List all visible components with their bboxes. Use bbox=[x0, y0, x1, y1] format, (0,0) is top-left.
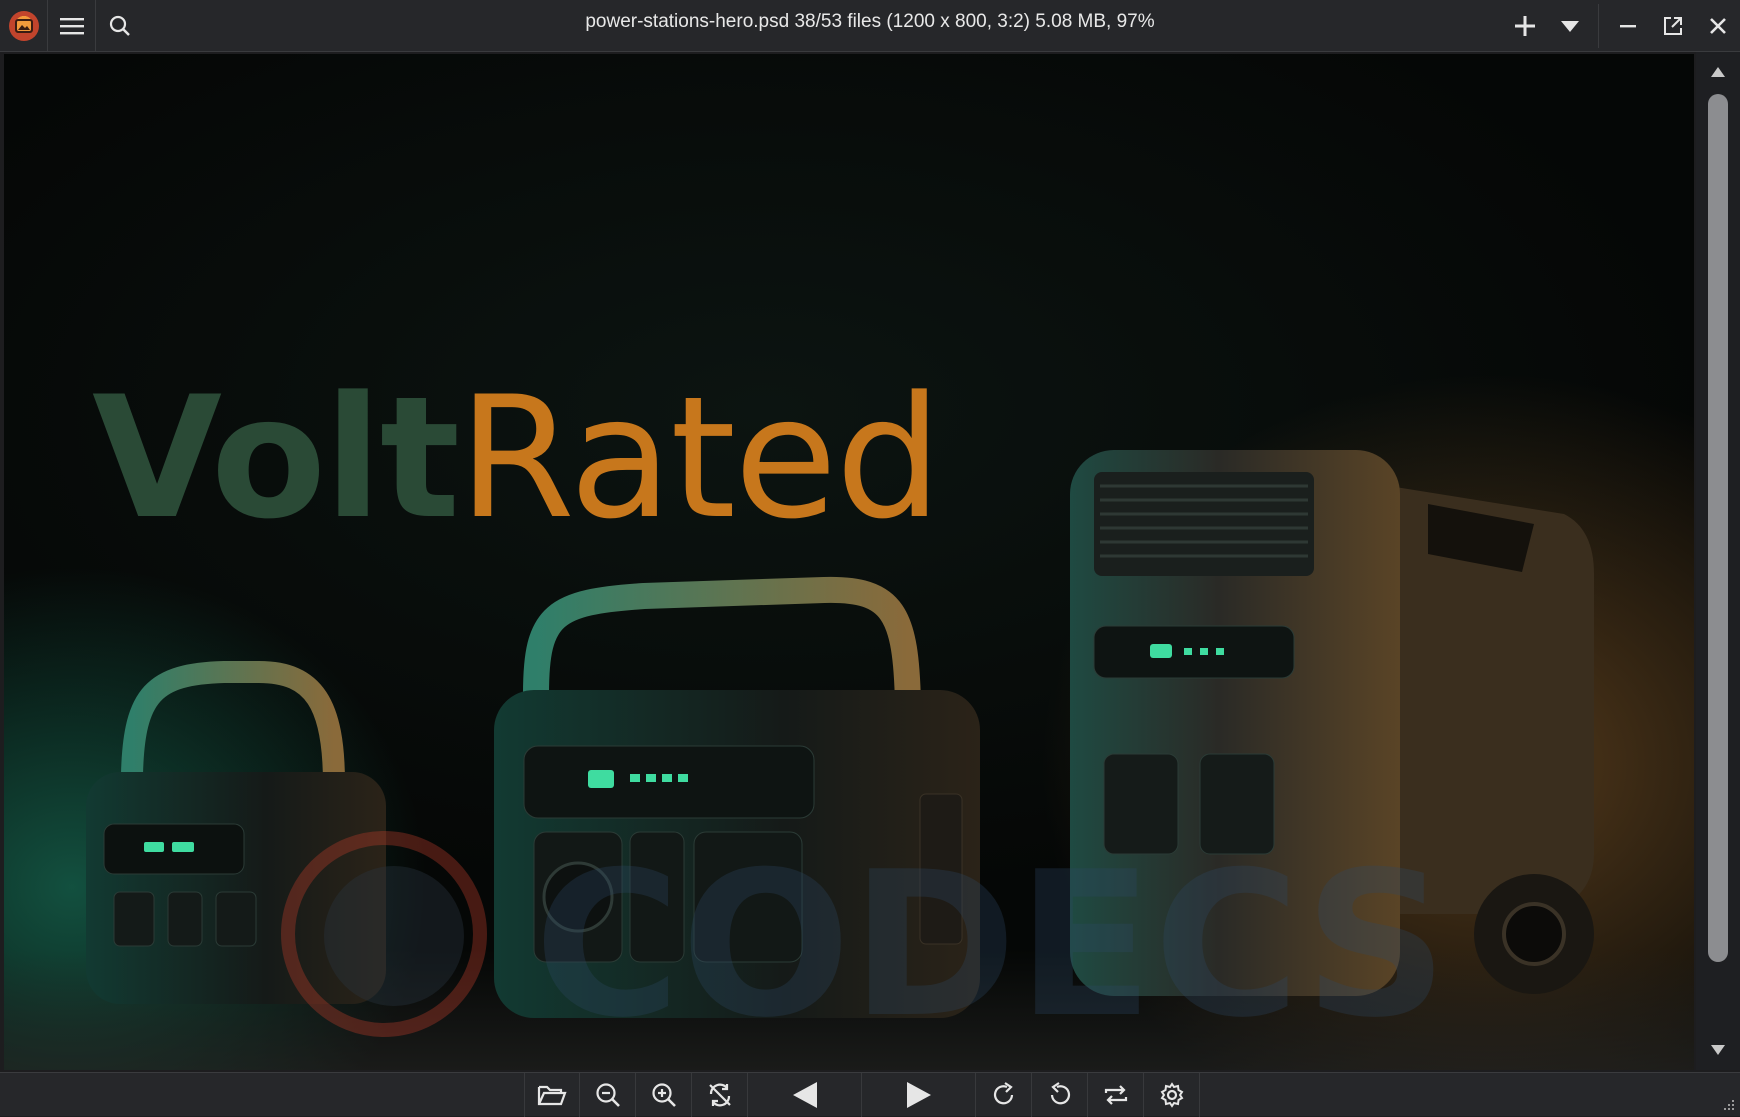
fit-toggle-button[interactable] bbox=[692, 1073, 748, 1117]
zoom-out-button[interactable] bbox=[580, 1073, 636, 1117]
dropdown-icon bbox=[1560, 21, 1579, 32]
image-canvas[interactable]: VoltRated CODECS bbox=[4, 54, 1694, 1070]
flip-button[interactable] bbox=[1088, 1073, 1144, 1117]
zoom-in-button[interactable] bbox=[636, 1073, 692, 1117]
menu-button[interactable] bbox=[48, 0, 96, 52]
close-button[interactable] bbox=[1695, 0, 1740, 52]
search-button[interactable] bbox=[96, 0, 144, 52]
scrollbar-thumb[interactable] bbox=[1708, 94, 1728, 962]
next-icon bbox=[906, 1082, 931, 1108]
open-folder-icon bbox=[537, 1085, 567, 1106]
zoom-in-icon bbox=[651, 1083, 676, 1107]
next-button[interactable] bbox=[862, 1073, 976, 1117]
arrow-down-icon bbox=[1711, 1045, 1725, 1055]
resize-grip-icon[interactable] bbox=[1720, 1096, 1736, 1112]
search-icon bbox=[109, 15, 130, 36]
codecs-watermark: CODECS bbox=[281, 829, 1434, 1054]
maximize-icon bbox=[1663, 17, 1682, 35]
app-logo-button[interactable] bbox=[0, 0, 48, 52]
rotate-cw-icon bbox=[993, 1082, 1013, 1105]
settings-button[interactable] bbox=[1144, 1073, 1200, 1117]
rotate-ccw-icon bbox=[1050, 1082, 1070, 1105]
previous-icon bbox=[792, 1082, 817, 1108]
rotate-ccw-button[interactable] bbox=[1032, 1073, 1088, 1117]
titlebar-right bbox=[1502, 0, 1740, 52]
zoom-out-icon bbox=[595, 1083, 620, 1107]
minimize-icon bbox=[1619, 25, 1636, 28]
menu-icon bbox=[59, 18, 84, 35]
watermark-text: CODECS bbox=[534, 829, 1434, 1054]
settings-icon bbox=[1160, 1082, 1183, 1108]
dropdown-button[interactable] bbox=[1547, 0, 1592, 52]
close-icon bbox=[1709, 18, 1726, 34]
scroll-down-button[interactable] bbox=[1696, 1030, 1740, 1070]
scroll-up-button[interactable] bbox=[1696, 52, 1740, 92]
toolbar-buttons bbox=[524, 1073, 1200, 1117]
previous-button[interactable] bbox=[748, 1073, 862, 1117]
titlebar-left bbox=[0, 0, 144, 52]
bottom-toolbar bbox=[0, 1072, 1740, 1117]
arrow-up-icon bbox=[1711, 67, 1725, 77]
maximize-button[interactable] bbox=[1650, 0, 1695, 52]
open-folder-button[interactable] bbox=[524, 1073, 580, 1117]
rotate-cw-button[interactable] bbox=[976, 1073, 1032, 1117]
minimize-button[interactable] bbox=[1605, 0, 1650, 52]
app-logo-icon bbox=[8, 11, 39, 41]
add-button[interactable] bbox=[1502, 0, 1547, 52]
flip-icon bbox=[1104, 1085, 1127, 1105]
fit-toggle-icon bbox=[708, 1083, 731, 1107]
titlebar-divider bbox=[1598, 4, 1599, 48]
title-bar: power-stations-hero.psd 38/53 files (120… bbox=[0, 0, 1740, 52]
vertical-scrollbar[interactable] bbox=[1696, 52, 1740, 1070]
plus-icon bbox=[1514, 16, 1535, 36]
window-title: power-stations-hero.psd 38/53 files (120… bbox=[585, 11, 1155, 32]
